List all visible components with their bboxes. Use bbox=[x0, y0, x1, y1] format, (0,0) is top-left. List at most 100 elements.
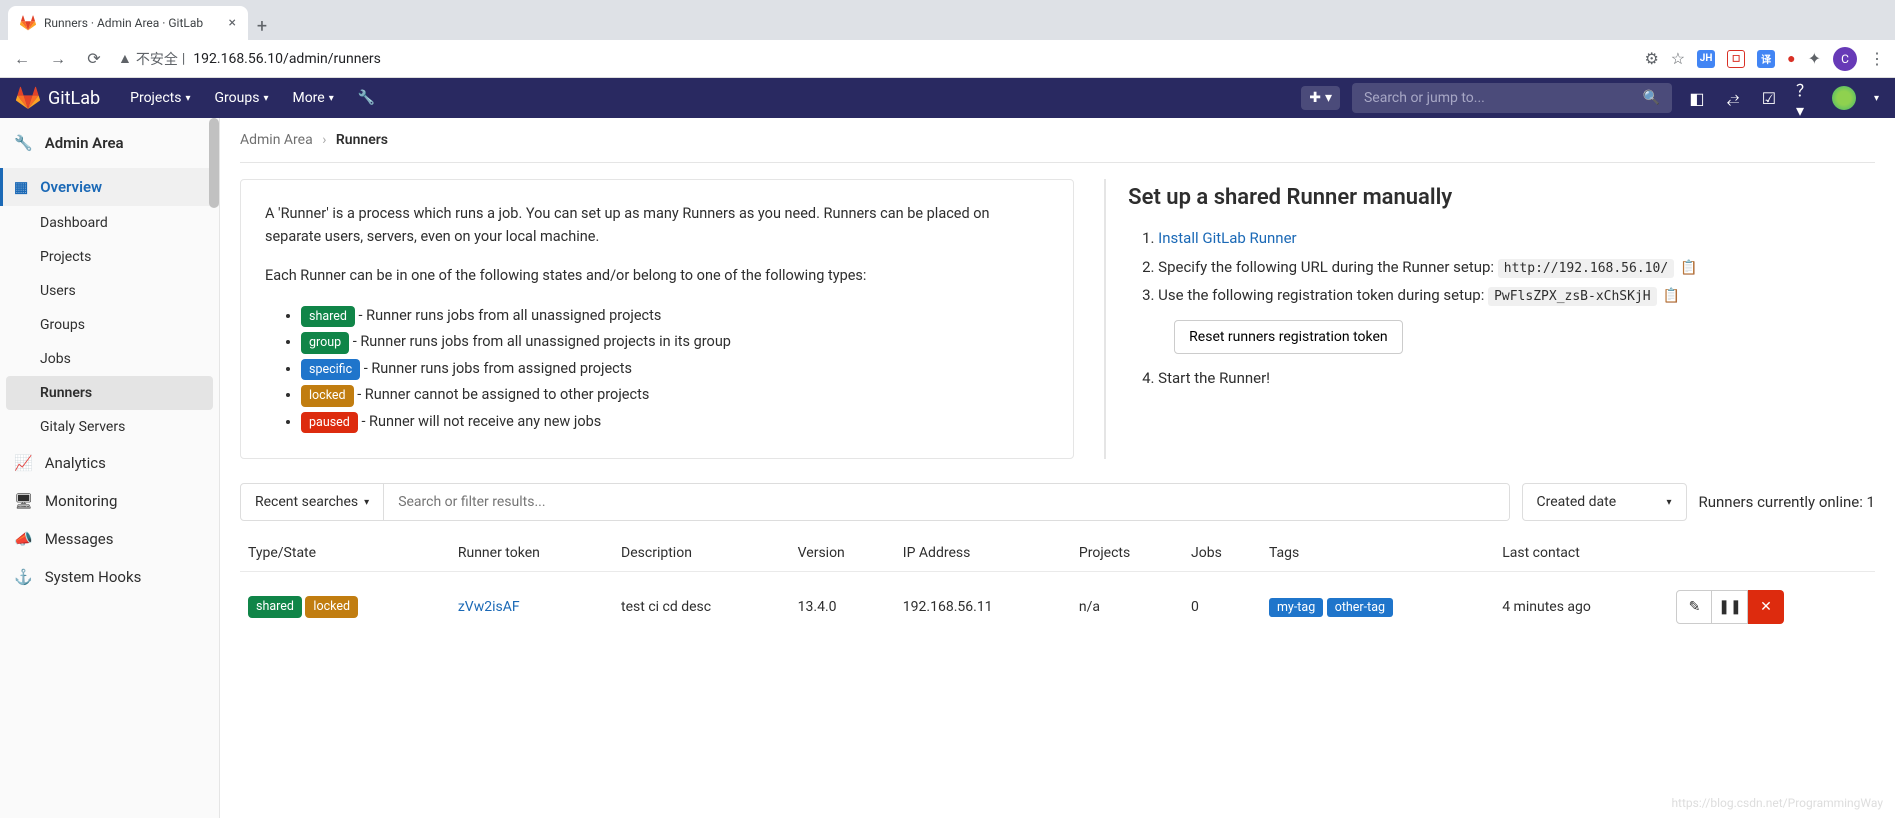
issues-icon[interactable]: ◧ bbox=[1688, 89, 1706, 107]
nav-projects[interactable]: Projects▾ bbox=[120, 84, 200, 112]
analytics-icon: 📈 bbox=[14, 454, 33, 472]
row-projects: n/a bbox=[1071, 572, 1183, 643]
table-row: shared locked zVw2isAF test ci cd desc 1… bbox=[240, 572, 1875, 643]
row-version: 13.4.0 bbox=[790, 572, 895, 643]
sort-select[interactable]: Created date▾ bbox=[1522, 483, 1687, 521]
gitlab-favicon bbox=[20, 15, 36, 31]
reload-button[interactable]: ⟳ bbox=[82, 47, 106, 71]
sidebar-users[interactable]: Users bbox=[0, 274, 219, 308]
menu-icon[interactable]: ⋮ bbox=[1869, 49, 1885, 68]
sidebar-analytics[interactable]: 📈 Analytics bbox=[0, 444, 219, 482]
bookmark-icon[interactable]: ☆ bbox=[1671, 49, 1685, 68]
ext-shield-icon[interactable]: ◻ bbox=[1727, 50, 1745, 68]
todos-icon[interactable]: ☑ bbox=[1760, 89, 1778, 107]
nav-wrench-icon[interactable]: 🔧 bbox=[348, 84, 385, 112]
hooks-icon: ⚓ bbox=[14, 568, 33, 586]
new-tab-button[interactable]: + bbox=[248, 12, 276, 40]
gitlab-logo[interactable]: GitLab bbox=[16, 86, 100, 110]
back-button[interactable]: ← bbox=[10, 47, 34, 71]
search-icon: 🔍 bbox=[1643, 90, 1660, 106]
overview-icon: ▦ bbox=[14, 178, 28, 196]
online-count: Runners currently online: 1 bbox=[1699, 493, 1876, 511]
messages-icon: 📣 bbox=[14, 530, 33, 548]
sidebar-messages[interactable]: 📣 Messages bbox=[0, 520, 219, 558]
nav-more[interactable]: More▾ bbox=[282, 84, 343, 112]
row-badge-locked: locked bbox=[305, 596, 358, 618]
badge-locked: locked bbox=[301, 385, 354, 407]
row-ip: 192.168.56.11 bbox=[895, 572, 1071, 643]
sidebar-header[interactable]: 🔧 Admin Area bbox=[0, 118, 219, 168]
setup-instructions: Set up a shared Runner manually Install … bbox=[1104, 179, 1875, 459]
sidebar-groups[interactable]: Groups bbox=[0, 308, 219, 342]
user-avatar[interactable] bbox=[1832, 86, 1856, 110]
watermark: https://blog.csdn.net/ProgrammingWay bbox=[1671, 796, 1883, 810]
runners-table: Type/State Runner token Description Vers… bbox=[240, 535, 1875, 642]
new-button[interactable]: ✚ ▾ bbox=[1301, 86, 1340, 110]
th-jobs: Jobs bbox=[1183, 535, 1261, 572]
row-badge-shared: shared bbox=[248, 596, 302, 618]
delete-button[interactable]: ✕ bbox=[1748, 590, 1784, 624]
setup-step4: Start the Runner! bbox=[1158, 364, 1875, 393]
intro-p1: A 'Runner' is a process which runs a job… bbox=[265, 202, 1049, 248]
global-search[interactable]: Search or jump to... 🔍 bbox=[1352, 83, 1672, 113]
url-text: 192.168.56.10/admin/runners bbox=[193, 51, 381, 67]
th-last: Last contact bbox=[1494, 535, 1668, 572]
translate-icon[interactable]: ⚙ bbox=[1644, 49, 1658, 68]
row-tag-1: my-tag bbox=[1269, 598, 1323, 617]
ext-record-icon[interactable]: ● bbox=[1787, 50, 1795, 67]
merge-requests-icon[interactable]: ⥄ bbox=[1724, 89, 1742, 107]
sidebar-projects[interactable]: Projects bbox=[0, 240, 219, 274]
th-type: Type/State bbox=[240, 535, 450, 572]
badge-paused: paused bbox=[301, 412, 358, 434]
profile-avatar[interactable]: C bbox=[1833, 47, 1857, 71]
insecure-warning: ▲ 不安全 | bbox=[118, 49, 185, 69]
runner-intro: A 'Runner' is a process which runs a job… bbox=[240, 179, 1074, 459]
row-tag-2: other-tag bbox=[1327, 598, 1393, 617]
browser-tab[interactable]: Runners · Admin Area · GitLab × bbox=[8, 6, 248, 40]
address-bar: ← → ⟳ ▲ 不安全 | 192.168.56.10/admin/runner… bbox=[0, 40, 1895, 78]
scrollbar-thumb[interactable] bbox=[209, 118, 219, 208]
th-tags: Tags bbox=[1261, 535, 1494, 572]
forward-button[interactable]: → bbox=[46, 47, 70, 71]
browser-tab-bar: Runners · Admin Area · GitLab × + bbox=[0, 0, 1895, 40]
extensions-icon[interactable]: ✦ bbox=[1808, 49, 1821, 68]
filter-input[interactable] bbox=[384, 484, 1508, 520]
ext-translate-icon[interactable]: 译 bbox=[1757, 50, 1775, 68]
th-ip: IP Address bbox=[895, 535, 1071, 572]
close-tab-icon[interactable]: × bbox=[229, 15, 236, 31]
badge-shared: shared bbox=[301, 306, 355, 328]
recent-searches-button[interactable]: Recent searches▾ bbox=[241, 484, 384, 520]
reset-token-button[interactable]: Reset runners registration token bbox=[1174, 320, 1402, 354]
setup-title: Set up a shared Runner manually bbox=[1128, 185, 1875, 210]
sidebar-dashboard[interactable]: Dashboard bbox=[0, 206, 219, 240]
install-link[interactable]: Install GitLab Runner bbox=[1158, 229, 1296, 247]
pause-button[interactable]: ❚❚ bbox=[1712, 590, 1748, 624]
th-proj: Projects bbox=[1071, 535, 1183, 572]
edit-button[interactable]: ✎ bbox=[1676, 590, 1712, 624]
help-icon[interactable]: ？▾ bbox=[1796, 89, 1814, 107]
wrench-icon: 🔧 bbox=[14, 134, 33, 152]
sidebar-runners[interactable]: Runners bbox=[6, 376, 213, 410]
th-ver: Version bbox=[790, 535, 895, 572]
breadcrumb-separator: › bbox=[322, 132, 326, 148]
th-desc: Description bbox=[613, 535, 790, 572]
sidebar-gitaly[interactable]: Gitaly Servers bbox=[0, 410, 219, 444]
browser-extensions: ⚙ ☆ JH ◻ 译 ● ✦ C ⋮ bbox=[1644, 47, 1885, 71]
breadcrumb-admin[interactable]: Admin Area bbox=[240, 132, 313, 148]
ext-jh-icon[interactable]: JH bbox=[1697, 50, 1715, 68]
intro-p2: Each Runner can be in one of the followi… bbox=[265, 264, 1049, 287]
user-menu-chevron[interactable]: ▾ bbox=[1874, 93, 1879, 104]
badge-group: group bbox=[301, 332, 349, 354]
sidebar-jobs[interactable]: Jobs bbox=[0, 342, 219, 376]
nav-groups[interactable]: Groups▾ bbox=[205, 84, 279, 112]
runner-token-link[interactable]: zVw2isAF bbox=[458, 599, 520, 615]
sidebar-monitoring[interactable]: 🖥 Monitoring bbox=[0, 482, 219, 520]
url-field[interactable]: ▲ 不安全 | 192.168.56.10/admin/runners bbox=[118, 49, 1632, 69]
sidebar-overview[interactable]: ▦ Overview bbox=[0, 168, 219, 206]
gitlab-header: GitLab Projects▾ Groups▾ More▾ 🔧 ✚ ▾ Sea… bbox=[0, 78, 1895, 118]
monitoring-icon: 🖥 bbox=[14, 492, 33, 510]
sidebar-hooks[interactable]: ⚓ System Hooks bbox=[0, 558, 219, 596]
copy-url-icon[interactable]: 📋 bbox=[1680, 255, 1697, 282]
copy-token-icon[interactable]: 📋 bbox=[1663, 283, 1680, 310]
row-desc: test ci cd desc bbox=[613, 572, 790, 643]
